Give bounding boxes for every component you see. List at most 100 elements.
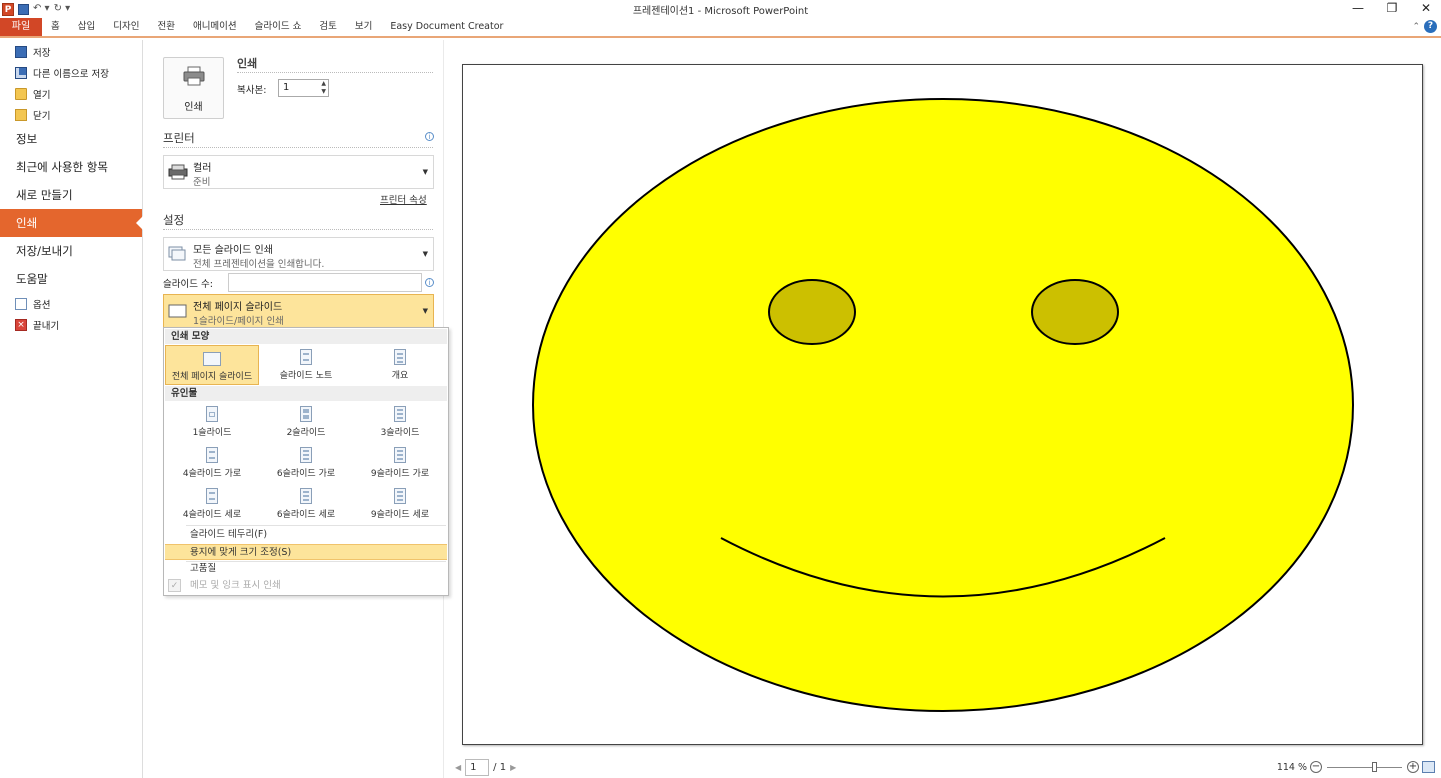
- handout-label: 4슬라이드 세로: [182, 510, 242, 520]
- zoom-out-icon[interactable]: −: [1310, 761, 1322, 773]
- slides-info-icon[interactable]: i: [425, 278, 434, 287]
- printer-properties-link[interactable]: 프린터 속성: [380, 192, 427, 206]
- minimize-button[interactable]: —: [1351, 1, 1365, 15]
- page-navigator: ◀ 1 / 1 ▶: [455, 759, 516, 776]
- full-page-slide-icon: [203, 352, 221, 366]
- tab-file[interactable]: 파일: [0, 18, 42, 36]
- handout-1-slide[interactable]: 1슬라이드: [165, 402, 259, 442]
- copies-label: 복사본:: [237, 85, 267, 96]
- tab-slide-show[interactable]: 슬라이드 쇼: [246, 18, 311, 36]
- tab-review[interactable]: 검토: [310, 18, 345, 36]
- print-layout-menu: 인쇄 모양 전체 페이지 슬라이드 슬라이드 노트 개요 유인물 1슬라이드 2…: [163, 327, 449, 596]
- nav-close[interactable]: 닫기: [0, 104, 142, 125]
- nav-exit[interactable]: × 끝내기: [0, 314, 142, 335]
- handout-label: 3슬라이드: [380, 428, 420, 438]
- next-page-icon[interactable]: ▶: [510, 763, 516, 772]
- option-print-comments-ink: 메모 및 잉크 표시 인쇄: [190, 580, 281, 591]
- layout-outline[interactable]: 개요: [353, 345, 447, 385]
- nav-save-as[interactable]: 다른 이름으로 저장: [0, 62, 142, 83]
- slides-input[interactable]: [228, 273, 422, 292]
- open-folder-icon: [15, 87, 27, 100]
- handout-label: 6슬라이드 가로: [276, 469, 336, 479]
- copies-stepper[interactable]: 1 ▲ ▼: [278, 79, 329, 97]
- help-icon[interactable]: ?: [1424, 20, 1437, 33]
- handout-9-vertical[interactable]: 9슬라이드 세로: [353, 484, 447, 524]
- nav-open[interactable]: 열기: [0, 83, 142, 104]
- handout-4-vertical[interactable]: 4슬라이드 세로: [165, 484, 259, 524]
- print-range-sub: 전체 프레젠테이션을 인쇄합니다.: [193, 259, 325, 270]
- tab-view[interactable]: 보기: [346, 18, 381, 36]
- tab-home[interactable]: 홈: [42, 18, 69, 36]
- left-eye: [768, 279, 856, 345]
- fit-to-window-icon[interactable]: [1422, 761, 1435, 773]
- handout-label: 9슬라이드 가로: [370, 469, 430, 479]
- prev-page-icon[interactable]: ◀: [455, 763, 461, 772]
- nav-help[interactable]: 도움말: [0, 265, 142, 293]
- handout-4-horizontal[interactable]: 4슬라이드 가로: [165, 443, 259, 483]
- nav-print[interactable]: 인쇄: [0, 209, 143, 237]
- zoom-level[interactable]: 114 %: [1277, 762, 1307, 773]
- handout-6-vertical[interactable]: 6슬라이드 세로: [259, 484, 353, 524]
- nav-save[interactable]: 저장: [0, 41, 142, 62]
- nav-recent[interactable]: 최근에 사용한 항목: [0, 153, 142, 181]
- handouts-header: 유인물: [165, 386, 447, 401]
- print-button[interactable]: 인쇄: [163, 57, 224, 119]
- tab-design[interactable]: 디자인: [104, 18, 148, 36]
- tab-insert[interactable]: 삽입: [69, 18, 104, 36]
- nav-new[interactable]: 새로 만들기: [0, 181, 142, 209]
- print-layout-dropdown[interactable]: 전체 페이지 슬라이드 1슬라이드/페이지 인쇄 ▼: [163, 294, 434, 328]
- handout-4h-icon: [206, 447, 218, 463]
- nav-save-send[interactable]: 저장/보내기: [0, 237, 142, 265]
- options-icon: [15, 297, 27, 310]
- nav-save-label: 저장: [33, 47, 51, 59]
- zoom-in-icon[interactable]: +: [1407, 761, 1419, 773]
- nav-exit-label: 끝내기: [33, 320, 60, 332]
- handout-6-horizontal[interactable]: 6슬라이드 가로: [259, 443, 353, 483]
- nav-save-as-label: 다른 이름으로 저장: [33, 68, 109, 80]
- tab-transitions[interactable]: 전환: [148, 18, 183, 36]
- print-layout-header: 인쇄 모양: [165, 329, 447, 344]
- tab-easy-document-creator[interactable]: Easy Document Creator: [381, 18, 512, 36]
- printer-info-icon[interactable]: i: [425, 132, 434, 141]
- handout-9-horizontal[interactable]: 9슬라이드 가로: [353, 443, 447, 483]
- backstage-nav: 저장 다른 이름으로 저장 열기 닫기 정보 최근에 사용한 항목 새로 만들기…: [0, 40, 143, 778]
- zoom-controls: 114 % − +: [1277, 761, 1435, 773]
- option-frame-slides[interactable]: 슬라이드 테두리(F): [165, 527, 447, 543]
- option-scale-to-fit[interactable]: 용지에 맞게 크기 조정(S): [165, 544, 447, 560]
- save-as-icon: [15, 66, 27, 79]
- handout-2-slides[interactable]: 2슬라이드: [259, 402, 353, 442]
- close-window-button[interactable]: ✕: [1419, 1, 1433, 15]
- menu-separator: [186, 525, 446, 526]
- print-layout-sub: 1슬라이드/페이지 인쇄: [193, 316, 284, 327]
- handout-label: 9슬라이드 세로: [370, 510, 430, 520]
- spin-arrows-icon[interactable]: ▲ ▼: [321, 80, 326, 96]
- handout-label: 2슬라이드: [286, 428, 326, 438]
- nav-info[interactable]: 정보: [0, 125, 142, 153]
- nav-options-label: 옵션: [33, 299, 51, 311]
- page-number-input[interactable]: 1: [465, 759, 490, 776]
- zoom-slider-thumb[interactable]: [1371, 761, 1377, 772]
- option-high-quality[interactable]: 고품질: [165, 561, 447, 577]
- ribbon: 파일 홈 삽입 디자인 전환 애니메이션 슬라이드 쇼 검토 보기 Easy D…: [0, 18, 1441, 38]
- minimize-ribbon-icon[interactable]: ⌃: [1412, 22, 1420, 32]
- printer-icon: [183, 66, 205, 86]
- print-range-dropdown[interactable]: 모든 슬라이드 인쇄 전체 프레젠테이션을 인쇄합니다. ▼: [163, 237, 434, 271]
- nav-options[interactable]: 옵션: [0, 293, 142, 314]
- layout-label: 개요: [391, 371, 409, 381]
- printer-device-icon: [168, 164, 188, 180]
- slides-stack-icon: [168, 246, 188, 262]
- divider: [163, 229, 433, 230]
- handout-3-slides[interactable]: 3슬라이드: [353, 402, 447, 442]
- zoom-slider[interactable]: [1327, 761, 1402, 772]
- layout-notes-pages[interactable]: 슬라이드 노트: [259, 345, 353, 385]
- title-bar: P ↶ ▾ ↻ ▾ 프레젠테이션1 - Microsoft PowerPoint…: [0, 0, 1441, 18]
- restore-button[interactable]: ❐: [1385, 1, 1399, 15]
- handout-6v-icon: [300, 488, 312, 504]
- printer-dropdown[interactable]: 컬러 준비 ▼: [163, 155, 434, 189]
- tab-animations[interactable]: 애니메이션: [184, 18, 246, 36]
- print-range-main: 모든 슬라이드 인쇄: [193, 245, 273, 256]
- divider: [163, 147, 433, 148]
- settings-section-title: 설정: [163, 213, 185, 227]
- right-eye: [1031, 279, 1119, 345]
- layout-full-page-slide[interactable]: 전체 페이지 슬라이드: [165, 345, 259, 385]
